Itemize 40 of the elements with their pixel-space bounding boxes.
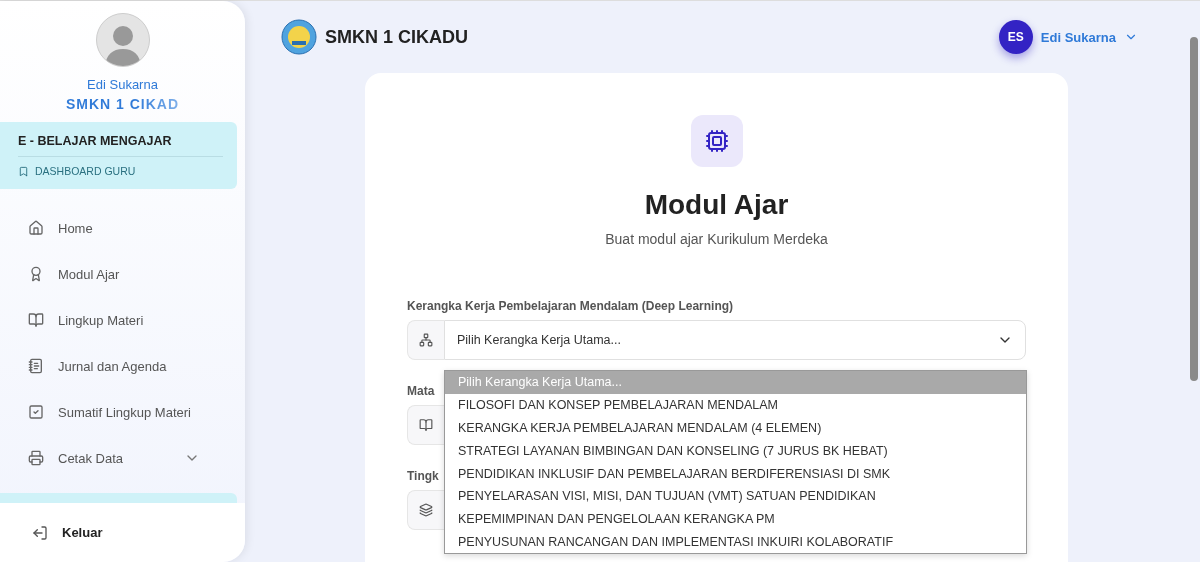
- dropdown-option[interactable]: KEPEMIMPINAN DAN PENGELOLAAN KERANGKA PM: [445, 507, 1026, 531]
- chip-icon: [690, 115, 743, 167]
- sidebar-item[interactable]: Cetak Data: [28, 435, 200, 481]
- avatar-silhouette-icon: [95, 13, 150, 67]
- logout-icon: [32, 524, 48, 541]
- sidebar-item[interactable]: Jurnal dan Agenda: [28, 343, 245, 389]
- dropdown-option[interactable]: PENYUSUNAN RANCANGAN DAN IMPLEMENTASI INKUIRI KOLABORATIF: [445, 530, 1026, 554]
- sidebar-item[interactable]: Modul Ajar: [28, 251, 245, 297]
- dropdown-option[interactable]: FILOSOFI DAN KONSEP PEMBELAJARAN MENDALAM: [445, 393, 1026, 417]
- header-school-name: SMKN 1 CIKADU: [325, 26, 468, 48]
- field-label: Tingk: [407, 469, 439, 483]
- dropdown-option[interactable]: PENYELARASAN VISI, MISI, DAN TUJUAN (VMT) SATUAN PENDIDIKAN: [445, 485, 1026, 508]
- scrollbar[interactable]: [1190, 37, 1198, 381]
- bookmark-icon: [18, 165, 29, 177]
- field-addon-icon: [407, 320, 444, 360]
- sidebar-item[interactable]: Home: [28, 205, 245, 251]
- field-label: Mata: [407, 384, 435, 398]
- page-subtitle: Buat modul ajar Kurikulum Merdeka: [605, 231, 828, 247]
- select-field[interactable]: Pilih Kerangka Kerja Utama...: [444, 320, 1026, 360]
- logout-button[interactable]: Keluar: [32, 524, 103, 541]
- sidebar-item[interactable]: Lingkup Materi: [28, 297, 245, 343]
- menu-item-icon: [28, 404, 44, 420]
- school-name: SMKN 1 CIKAD: [65, 96, 180, 112]
- menu-item-icon: [28, 450, 44, 466]
- user-initials-avatar: ES: [998, 20, 1033, 54]
- dropdown-option[interactable]: STRATEGI LAYANAN BIMBINGAN DAN KONSELING (7 JURUS BK HEBAT): [445, 439, 1026, 463]
- menu-item-icon: [28, 358, 44, 374]
- menu-item-icon: [28, 266, 44, 282]
- school-logo-icon: [281, 19, 317, 55]
- menu-item-icon: [28, 220, 44, 236]
- dashboard-link[interactable]: DASHBOARD GURU: [18, 157, 223, 177]
- sidebar-item[interactable]: Sumatif Lingkup Materi: [28, 389, 245, 435]
- user-menu[interactable]: ES Edi Sukarna: [998, 20, 1138, 54]
- field-label: Kerangka Kerja Pembelajaran Mendalam (Deep Learning): [407, 299, 734, 313]
- dropdown-option[interactable]: PENDIDIKAN INKLUSIF DAN PEMBELAJARAN BERDIFERENSIASI DI SMK: [445, 462, 1026, 485]
- section-title: E - BELAJAR MENGAJAR: [18, 134, 223, 157]
- dropdown-option[interactable]: KERANGKA KERJA PEMBELAJARAN MENDALAM (4 ELEMEN): [445, 416, 1026, 440]
- page-title: Modul Ajar: [644, 189, 789, 221]
- menu-item-icon: [28, 312, 44, 328]
- user-name: Edi Sukarna: [87, 77, 158, 92]
